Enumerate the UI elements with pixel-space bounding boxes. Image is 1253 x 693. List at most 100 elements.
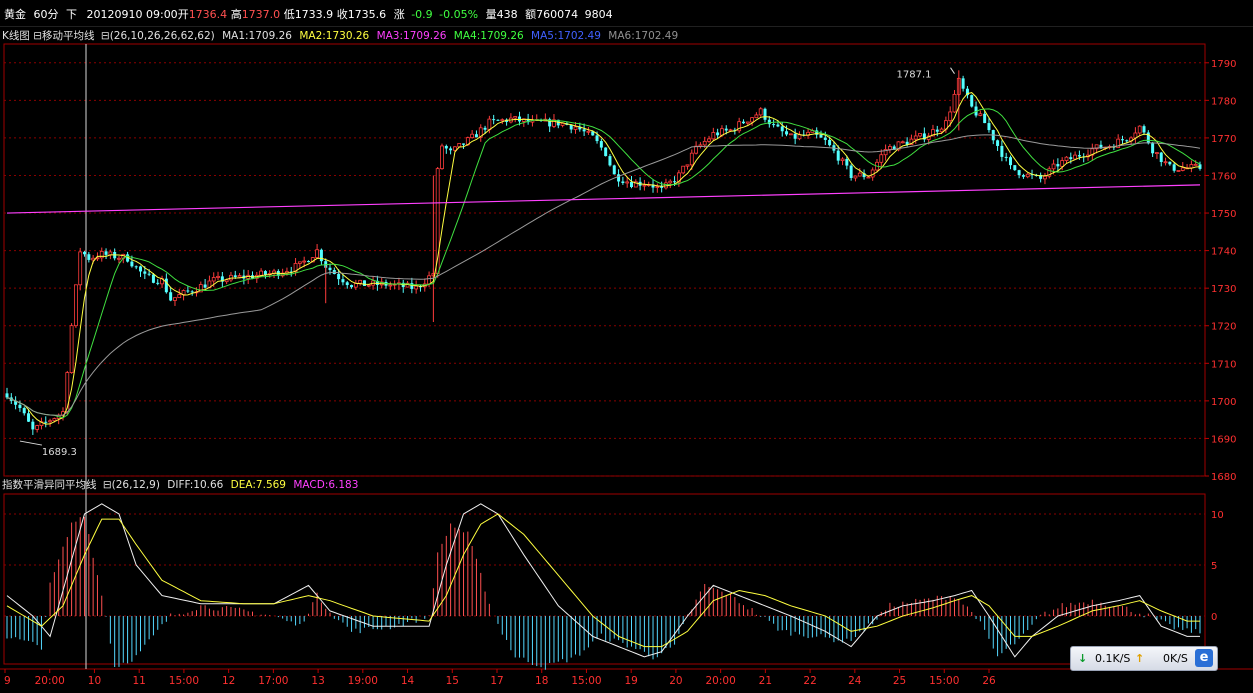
price-tick-label: 1700 (1211, 397, 1236, 408)
candle-body (702, 140, 707, 146)
quote-header: 黄金 60分 下 20120910 09:00开1736.4 高1737.0 低… (0, 0, 1253, 27)
candle-body (793, 133, 797, 139)
open-value: 1736.4 (188, 8, 228, 21)
close-value: 1735.6 (347, 8, 387, 21)
candle-body (763, 108, 767, 120)
candle-body (91, 257, 96, 261)
candle-body (970, 95, 974, 107)
candle-body (673, 181, 677, 183)
candle-body (1056, 164, 1060, 167)
candle-body (1155, 152, 1159, 154)
candle-body (302, 260, 307, 263)
candle-body (496, 119, 500, 121)
candle-body (220, 276, 224, 282)
ma2-value: MA2:1730.26 (299, 30, 370, 42)
time-tick-label: 17 (490, 675, 503, 687)
candle-body (164, 278, 168, 293)
candle-body (435, 168, 440, 275)
candle-body (1163, 161, 1168, 164)
browser-icon[interactable]: e (1195, 649, 1213, 667)
candle-body (246, 274, 251, 279)
candle-body (983, 113, 987, 124)
candle-body (1189, 164, 1194, 169)
candle-body (263, 271, 267, 275)
ma-gray-line (6, 134, 1201, 416)
candle-body (996, 140, 1000, 146)
candle-body (440, 145, 444, 170)
time-tick-label: 18 (535, 675, 548, 687)
candle-body (1168, 161, 1172, 165)
candle-body (22, 408, 26, 414)
candle-body (1099, 144, 1103, 149)
candle-body (810, 130, 815, 133)
candle-body (35, 425, 40, 430)
candle-body (9, 397, 13, 401)
network-status[interactable]: ↓ 0.1K/S ↑ 0K/S e (1070, 646, 1218, 671)
candle-body (478, 127, 483, 138)
candle-body (758, 108, 763, 116)
candle-body (560, 122, 565, 126)
time-tick-label: 15:00 (169, 675, 199, 687)
candle-body (198, 284, 203, 293)
candle-body (521, 118, 526, 122)
candle-body (539, 119, 543, 122)
time-tick-label: 9 (4, 675, 11, 687)
candle-body (310, 257, 315, 263)
candle-body (500, 119, 505, 122)
kline-label[interactable]: K线图 (2, 30, 30, 42)
candle-body (806, 131, 810, 136)
candle-body (358, 279, 363, 284)
candle-body (728, 129, 733, 132)
candle-body (1004, 156, 1008, 158)
time-tick-label: 15:00 (929, 675, 959, 687)
candle-body (1060, 160, 1065, 167)
period-label[interactable]: 60分 (34, 8, 59, 21)
candle-body (797, 134, 802, 140)
candle-body (285, 271, 289, 274)
candle-body (1030, 174, 1034, 176)
kline-chart-svg[interactable]: 1680169017001710172017301740175017601770… (0, 0, 1253, 693)
candle-body (543, 118, 548, 122)
collapse-icon[interactable]: ⊟ (33, 30, 42, 42)
candle-body (1151, 143, 1155, 154)
candle-body (289, 271, 293, 273)
candle-body (638, 181, 642, 186)
candle-body (492, 119, 496, 121)
candle-body (147, 273, 151, 275)
candle-body (862, 173, 866, 178)
candle-body (242, 275, 246, 279)
time-tick-label: 14 (401, 675, 415, 687)
ma-collapse-icon[interactable]: ⊟ (101, 30, 110, 42)
price-tick-label: 1730 (1211, 284, 1236, 295)
candle-body (1013, 165, 1017, 171)
candle-body (121, 253, 126, 259)
candle-body (1069, 157, 1073, 160)
candle-body (1064, 156, 1069, 161)
candle-body (1047, 168, 1052, 177)
price-tick-label: 1710 (1211, 359, 1236, 370)
candle-body (646, 184, 651, 186)
candle-body (414, 285, 419, 290)
candle-body (297, 261, 302, 264)
ma4-value: MA4:1709.26 (453, 30, 524, 42)
candle-body (586, 130, 591, 133)
chart-stage[interactable]: 黄金 60分 下 20120910 09:00开1736.4 高1737.0 低… (0, 0, 1253, 693)
candle-body (1073, 154, 1078, 160)
candle-body (870, 169, 875, 178)
candle-body (569, 124, 573, 130)
macd-collapse-icon[interactable]: ⊟ (103, 479, 112, 491)
candle-body (621, 181, 625, 183)
candle-body (788, 133, 793, 136)
candle-body (379, 281, 384, 286)
candle-body (405, 282, 410, 288)
candle-body (737, 121, 742, 132)
candle-body (513, 116, 518, 119)
ma-indicator-name[interactable]: 移动平均线 (42, 30, 95, 42)
candle-body (27, 413, 31, 422)
candle-body (5, 393, 9, 398)
macd-indicator-name[interactable]: 指数平滑异同平均线 (2, 479, 97, 491)
candle-body (733, 129, 737, 131)
candle-body (83, 251, 87, 255)
candle-body (1107, 146, 1112, 148)
candle-body (410, 283, 414, 289)
